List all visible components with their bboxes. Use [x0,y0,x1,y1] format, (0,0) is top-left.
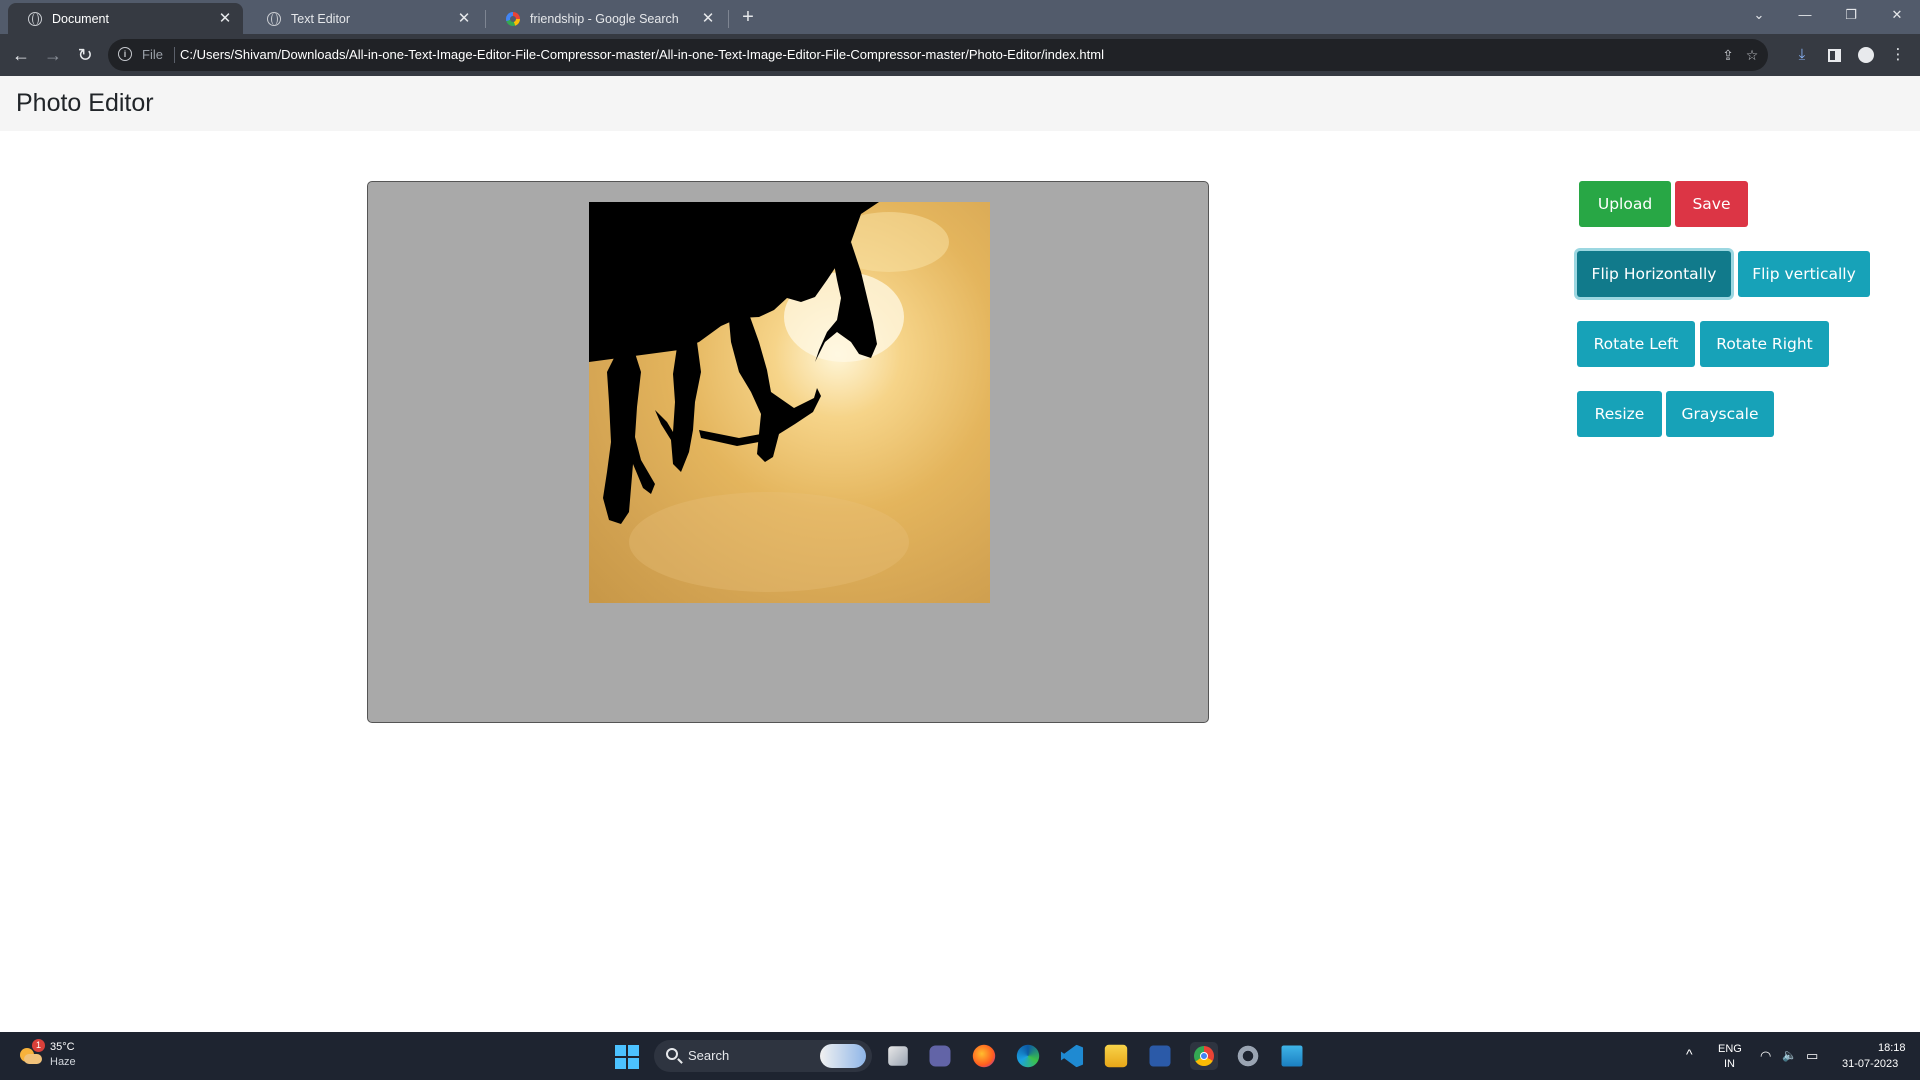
weather-temperature[interactable]: 35°C [50,1041,75,1053]
language-indicator[interactable]: ENG [1718,1043,1742,1055]
tab-search-button[interactable]: ⌄ [1736,0,1782,30]
restore-button[interactable]: ❐ [1828,0,1874,30]
clock-date[interactable]: 31-07-2023 [1842,1058,1898,1070]
browser-menu-icon[interactable]: ⋮ [1886,43,1910,67]
vscode-icon[interactable] [1060,1044,1084,1068]
tab-title: Document [52,11,109,26]
google-icon [506,11,520,26]
tab-title: friendship - Google Search [530,11,679,26]
silhouette-graphic [589,202,949,592]
profile-icon[interactable] [1854,43,1878,67]
edge-icon[interactable] [1016,1044,1040,1068]
teams-chat-icon[interactable] [929,1045,951,1067]
powershell-icon[interactable] [1149,1045,1171,1067]
omnibox-divider [174,47,175,63]
back-button[interactable]: ← [8,42,34,68]
new-tab-button[interactable]: + [737,6,759,28]
chrome-icon[interactable] [1190,1042,1218,1070]
forward-button[interactable]: → [40,42,66,68]
resize-button[interactable]: Resize [1577,391,1662,437]
url-scheme-label: File [142,47,163,62]
app-navbar: Photo Editor [0,76,1920,131]
side-panel-icon[interactable] [1822,43,1846,67]
taskbar: 1 35°C Haze Search ^ ENG IN ◠ 🔈 ▭ 18:18 … [0,1032,1920,1080]
tab-title: Text Editor [291,11,351,26]
tab-close-icon[interactable]: ✕ [456,10,472,27]
grayscale-button[interactable]: Grayscale [1666,391,1774,437]
url-text[interactable]: C:/Users/Shivam/Downloads/All-in-one-Tex… [180,47,1104,62]
notepad-icon[interactable] [1281,1045,1303,1067]
firefox-icon[interactable] [972,1044,996,1068]
download-icon[interactable]: ⤓ [1790,43,1814,67]
tab-close-icon[interactable]: ✕ [700,10,716,27]
tab-document[interactable]: Document ✕ [8,3,243,34]
rotate-right-button[interactable]: Rotate Right [1700,321,1829,367]
wifi-icon[interactable]: ◠ [1760,1048,1771,1064]
address-bar[interactable]: i File C:/Users/Shivam/Downloads/All-in-… [108,39,1768,71]
search-icon [666,1048,678,1060]
edited-image [589,202,990,603]
reload-button[interactable]: ↻ [72,42,98,68]
rotate-left-button[interactable]: Rotate Left [1577,321,1695,367]
battery-icon[interactable]: ▭ [1806,1048,1818,1064]
weather-description[interactable]: Haze [50,1056,76,1068]
upload-button[interactable]: Upload [1579,181,1671,227]
minimize-button[interactable]: — [1782,0,1828,30]
tab-close-icon[interactable]: ✕ [217,10,233,27]
browser-toolbar: ← → ↻ i File C:/Users/Shivam/Downloads/A… [0,34,1920,76]
browser-tabstrip: Document ✕ Text Editor ✕ friendship - Go… [0,0,1920,34]
search-highlight-icon [820,1044,866,1068]
tab-separator [728,10,729,28]
bookmark-star-icon[interactable]: ☆ [1742,45,1762,65]
search-placeholder: Search [688,1048,730,1063]
notification-badge: 1 [32,1039,45,1052]
flip-vertical-button[interactable]: Flip vertically [1738,251,1870,297]
tab-text-editor[interactable]: Text Editor ✕ [247,3,482,34]
clock-time[interactable]: 18:18 [1878,1042,1906,1054]
app-title[interactable]: Photo Editor [16,89,154,118]
task-view-icon[interactable] [888,1046,908,1066]
taskbar-search[interactable]: Search [654,1040,872,1072]
start-button[interactable] [615,1045,639,1069]
flip-horizontal-button[interactable]: Flip Horizontally [1577,251,1731,297]
globe-icon [267,11,281,26]
tray-overflow-chevron-icon[interactable]: ^ [1686,1046,1693,1062]
language-region[interactable]: IN [1724,1058,1735,1070]
site-info-icon[interactable]: i [118,47,132,61]
share-icon[interactable]: ⇪ [1718,45,1738,65]
tab-google-search[interactable]: friendship - Google Search ✕ [486,3,726,34]
volume-icon[interactable]: 🔈 [1782,1048,1797,1062]
settings-gear-icon[interactable] [1236,1044,1260,1068]
save-button[interactable]: Save [1675,181,1748,227]
file-explorer-icon[interactable] [1104,1044,1128,1068]
image-canvas [367,181,1209,723]
close-window-button[interactable]: ✕ [1874,0,1920,30]
globe-icon [28,11,42,26]
